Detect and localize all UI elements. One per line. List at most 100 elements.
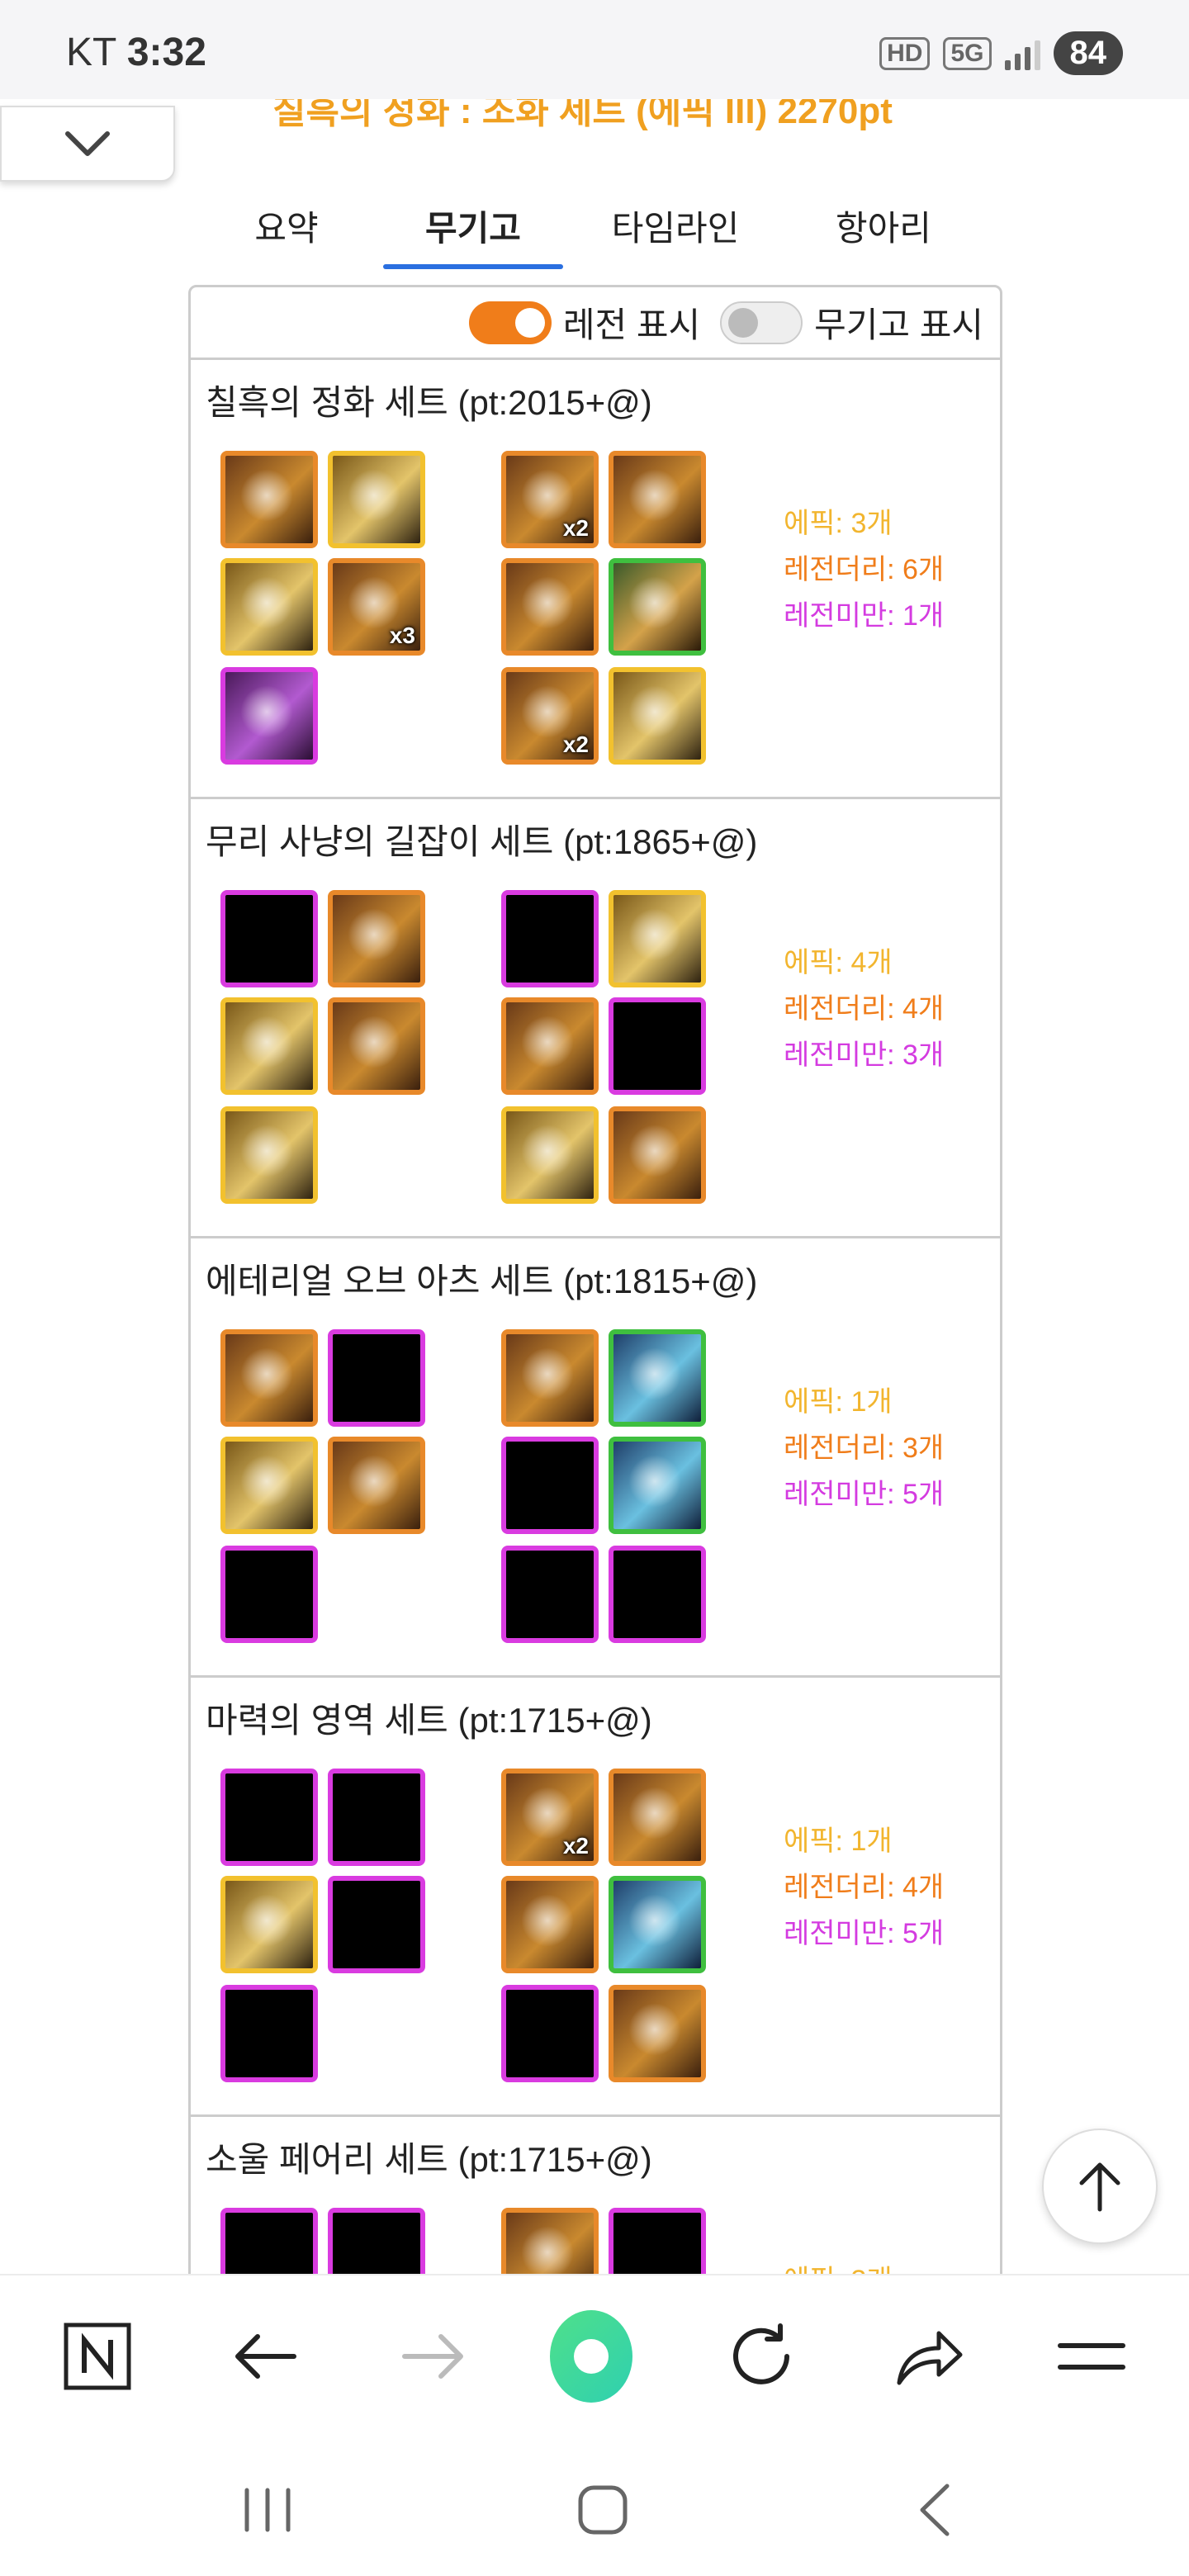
- item-slot[interactable]: [220, 1329, 318, 1427]
- armory-set: 칠흑의 정화 세트 (pt:2015+@) x3 x2 x2 에픽: 3개 레전더리: 6…: [191, 360, 1000, 799]
- below-legend-count: 레전미만: 3개: [784, 1039, 945, 1071]
- epic-count: 에픽: 3개: [784, 508, 893, 539]
- epic-count: 에픽: 1개: [784, 1386, 893, 1418]
- empty-item-slot[interactable]: [609, 997, 706, 1095]
- item-slot[interactable]: [609, 1876, 706, 1973]
- item-slot[interactable]: [501, 1329, 599, 1427]
- item-slot[interactable]: [609, 558, 706, 656]
- home-button-icon[interactable]: [561, 2477, 644, 2543]
- legendary-count: 레전더리: 4개: [784, 993, 945, 1025]
- item-count-badge: x3: [389, 623, 415, 648]
- tab-label: 요약: [254, 208, 319, 248]
- item-slot[interactable]: [609, 1769, 706, 1866]
- status-icons: HD 5G 84: [879, 31, 1123, 75]
- item-slot[interactable]: [609, 667, 706, 765]
- collapse-button[interactable]: [0, 106, 175, 182]
- empty-item-slot[interactable]: [609, 1546, 706, 1643]
- recent-apps-icon[interactable]: [226, 2477, 309, 2543]
- item-slot[interactable]: [609, 1985, 706, 2082]
- item-slot[interactable]: [501, 1106, 599, 1204]
- refresh-icon[interactable]: [720, 2315, 803, 2398]
- empty-item-slot[interactable]: [609, 2208, 706, 2280]
- item-slot[interactable]: x3: [328, 558, 425, 656]
- armory-display-toggle[interactable]: [720, 301, 803, 344]
- item-slot[interactable]: [609, 1329, 706, 1427]
- item-slot[interactable]: x2: [501, 2208, 599, 2280]
- tab-timeline[interactable]: 타임라인: [563, 182, 788, 269]
- item-slot[interactable]: [220, 1106, 318, 1204]
- empty-item-slot[interactable]: [220, 1985, 318, 2082]
- item-slot[interactable]: [328, 451, 425, 548]
- item-slot[interactable]: x2: [501, 451, 599, 548]
- tab-armory[interactable]: 무기고: [383, 182, 563, 269]
- share-icon[interactable]: [887, 2315, 969, 2398]
- tab-summary[interactable]: 요약: [190, 182, 383, 269]
- scroll-top-button[interactable]: [1042, 2129, 1158, 2244]
- empty-item-slot[interactable]: [220, 2208, 318, 2280]
- below-legend-count: 레전미만: 5개: [784, 1479, 945, 1510]
- tab-label: 항아리: [836, 208, 931, 248]
- legend-display-label: 레전 표시: [562, 305, 701, 344]
- empty-item-slot[interactable]: [220, 1769, 318, 1866]
- item-slot[interactable]: [609, 1106, 706, 1204]
- back-nav-icon[interactable]: [893, 2477, 976, 2543]
- menu-icon[interactable]: [1050, 2315, 1133, 2398]
- back-arrow-icon[interactable]: [225, 2315, 307, 2398]
- legendary-count: 레전더리: 4개: [784, 1872, 945, 1903]
- item-slot[interactable]: [220, 1437, 318, 1534]
- empty-item-slot[interactable]: [220, 1546, 318, 1643]
- below-legend-count: 레전미만: 1개: [784, 600, 945, 632]
- item-slot[interactable]: [220, 558, 318, 656]
- armory-set: 무리 사냥의 길잡이 세트 (pt:1865+@) 에픽: 4개 레전더리: 4개 레…: [191, 799, 1000, 1238]
- item-slot[interactable]: x2: [501, 667, 599, 765]
- armory-set: 소울 페어리 세트 (pt:1715+@)x2에픽: 3개레전더리: 3개: [191, 2117, 1000, 2280]
- empty-item-slot[interactable]: [501, 1437, 599, 1534]
- empty-item-slot[interactable]: [328, 2208, 425, 2280]
- empty-item-slot[interactable]: [501, 1546, 599, 1643]
- set-title: 소울 페어리 세트 (pt:1715+@): [206, 2140, 652, 2179]
- forward-arrow-icon[interactable]: [391, 2315, 474, 2398]
- tab-pot[interactable]: 항아리: [788, 182, 979, 269]
- item-slot[interactable]: [220, 667, 318, 765]
- set-title: 마력의 영역 세트 (pt:1715+@): [206, 1701, 652, 1740]
- hd-voice-icon: HD: [879, 36, 931, 70]
- set-list: 칠흑의 정화 세트 (pt:2015+@) x3 x2 x2 에픽: 3개 레전더리: 6…: [191, 360, 1000, 2280]
- legend-display-toggle[interactable]: [468, 301, 552, 344]
- item-slot[interactable]: [328, 1437, 425, 1534]
- empty-item-slot[interactable]: [328, 1769, 425, 1866]
- epic-count: 에픽: 1개: [784, 1825, 893, 1857]
- naver-logo-icon[interactable]: [56, 2315, 139, 2398]
- item-slot[interactable]: [501, 1876, 599, 1973]
- empty-item-slot[interactable]: [328, 1876, 425, 1973]
- item-slot[interactable]: [501, 558, 599, 656]
- carrier-name: KT: [66, 31, 116, 74]
- clock-time: 3:32: [126, 31, 206, 74]
- browser-toolbar: [0, 2274, 1189, 2436]
- set-banner-text: 칠흑의 정화 : 조화 세트 (에픽 III) 2270pt: [272, 99, 893, 131]
- item-slot[interactable]: [609, 1437, 706, 1534]
- item-slot[interactable]: [220, 997, 318, 1095]
- item-slot[interactable]: [328, 997, 425, 1095]
- empty-item-slot[interactable]: [220, 890, 318, 987]
- legendary-count: 레전더리: 3개: [784, 1432, 945, 1464]
- arrow-up-icon: [1079, 2162, 1120, 2212]
- legendary-count: 레전더리: 6개: [784, 554, 945, 585]
- armory-panel: 레전 표시 무기고 표시 칠흑의 정화 세트 (pt:2015+@) x3 x2 x2…: [188, 285, 1002, 2283]
- item-slot[interactable]: [328, 890, 425, 987]
- home-icon[interactable]: [550, 2310, 632, 2403]
- status-bar: KT 3:32 HD 5G 84: [0, 0, 1189, 99]
- system-nav-bar: [0, 2436, 1189, 2576]
- display-toggles: 레전 표시 무기고 표시: [191, 287, 1000, 360]
- item-slot[interactable]: [220, 451, 318, 548]
- item-count-badge: x2: [562, 1833, 589, 1859]
- item-count-badge: x2: [562, 515, 589, 541]
- item-slot[interactable]: [220, 1876, 318, 1973]
- item-slot[interactable]: [609, 890, 706, 987]
- empty-item-slot[interactable]: [501, 890, 599, 987]
- empty-item-slot[interactable]: [328, 1329, 425, 1427]
- item-slot[interactable]: x2: [501, 1769, 599, 1866]
- banner-area: 칠흑의 정화 : 조화 세트 (에픽 III) 2270pt: [0, 99, 1189, 149]
- item-slot[interactable]: [501, 997, 599, 1095]
- empty-item-slot[interactable]: [501, 1985, 599, 2082]
- item-slot[interactable]: [609, 451, 706, 548]
